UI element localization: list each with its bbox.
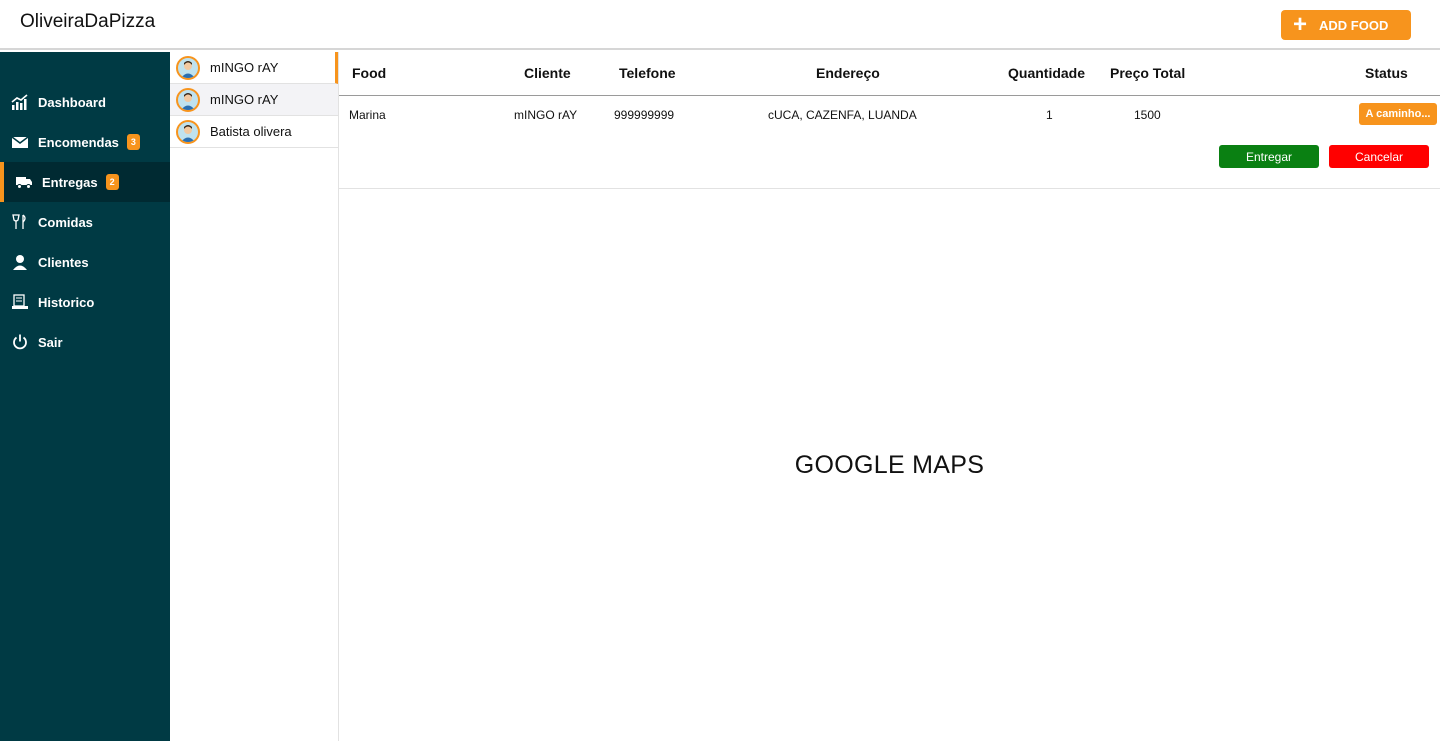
sidebar-item-sair[interactable]: Sair	[0, 322, 170, 362]
sidebar: Dashboard Encomendas 3 Entregas 2 Comida…	[0, 52, 170, 741]
avatar-icon	[176, 87, 200, 112]
avatar-icon	[176, 55, 200, 80]
sidebar-item-entregas[interactable]: Entregas 2	[0, 162, 170, 202]
sidebar-item-label: Historico	[38, 294, 95, 310]
col-status: Status	[1365, 65, 1408, 81]
orders-count-badge: 3	[126, 134, 140, 150]
col-preco: Preço Total	[1110, 65, 1186, 81]
sidebar-item-label: Entregas	[42, 174, 98, 190]
cell-preco: 1500	[1134, 108, 1161, 122]
client-name: Batista olivera	[210, 124, 292, 139]
mail-icon	[10, 133, 30, 151]
col-telefone: Telefone	[619, 65, 676, 81]
sidebar-item-label: Sair	[38, 334, 63, 350]
cell-cliente: mINGO rAY	[514, 108, 578, 122]
cell-food: Marina	[349, 108, 386, 122]
table-header: Food Cliente Telefone Endereço Quantidad…	[339, 52, 1440, 96]
client-name: mINGO rAY	[210, 92, 279, 107]
sidebar-item-label: Comidas	[38, 214, 93, 230]
table-row: Marina mINGO rAY 999999999 cUCA, CAZENFA…	[339, 96, 1440, 189]
cell-telefone: 999999999	[614, 108, 675, 122]
cell-quantidade: 1	[1046, 108, 1053, 122]
client-item[interactable]: mINGO rAY	[170, 52, 338, 84]
top-bar: OliveiraDaPizza + ADD FOOD	[0, 0, 1440, 50]
client-item[interactable]: mINGO rAY	[170, 84, 338, 116]
status-badge[interactable]: A caminho...	[1359, 103, 1437, 125]
sidebar-nav: Dashboard Encomendas 3 Entregas 2 Comida…	[0, 52, 170, 362]
cancel-button[interactable]: Cancelar	[1329, 145, 1429, 168]
power-icon	[10, 333, 30, 351]
col-quantidade: Quantidade	[1008, 65, 1086, 81]
col-cliente: Cliente	[524, 65, 571, 81]
sidebar-item-label: Clientes	[38, 254, 89, 270]
sidebar-item-historico[interactable]: Historico	[0, 282, 170, 322]
client-item[interactable]: Batista olivera	[170, 116, 338, 148]
sidebar-item-encomendas[interactable]: Encomendas 3	[0, 122, 170, 162]
add-food-label: ADD FOOD	[1319, 17, 1389, 33]
brand-title: OliveiraDaPizza	[20, 11, 156, 32]
add-food-button[interactable]: + ADD FOOD	[1281, 10, 1411, 40]
col-food: Food	[352, 65, 387, 81]
sidebar-item-comidas[interactable]: Comidas	[0, 202, 170, 242]
user-icon	[10, 253, 30, 271]
deliveries-count-badge: 2	[105, 174, 119, 190]
client-list: mINGO rAY mINGO rAY Batista olivera	[170, 52, 339, 741]
truck-icon	[14, 173, 34, 191]
chart-icon	[10, 93, 30, 111]
delivery-detail: Food Cliente Telefone Endereço Quantidad…	[339, 52, 1440, 741]
deliver-button[interactable]: Entregar	[1219, 145, 1319, 168]
plus-icon: +	[1293, 11, 1308, 38]
map-label: GOOGLE MAPS	[794, 450, 985, 479]
utensils-icon	[10, 213, 30, 231]
avatar-icon	[176, 119, 200, 144]
sidebar-item-clientes[interactable]: Clientes	[0, 242, 170, 282]
history-icon	[10, 293, 30, 311]
sidebar-item-label: Encomendas	[38, 134, 119, 150]
sidebar-item-label: Dashboard	[38, 94, 106, 110]
client-name: mINGO rAY	[210, 60, 279, 75]
col-endereco: Endereço	[816, 65, 880, 81]
sidebar-item-dashboard[interactable]: Dashboard	[0, 82, 170, 122]
map-placeholder: GOOGLE MAPS	[339, 189, 1440, 741]
cell-endereco: cUCA, CAZENFA, LUANDA	[768, 108, 917, 122]
